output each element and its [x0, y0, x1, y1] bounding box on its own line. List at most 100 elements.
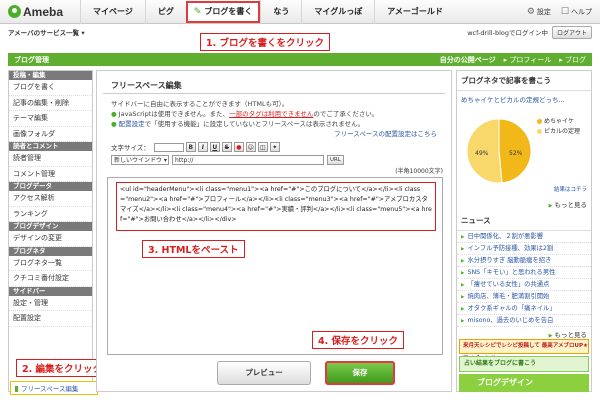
- desc-line1: サイドバーに自由に表示することができます（HTMLも可）。: [111, 100, 289, 108]
- annotation-step2: 2. 編集をクリック: [16, 359, 109, 377]
- left-sidebar: 投稿・編集 ブログを書く 記事の編集・削除 テーマ編集 画像フォルダ 読者とコメ…: [8, 70, 93, 392]
- top-navigation-bar: Ameba マイページ ピグ ✎ ブログを書く なう マイグルっぽ アメーゴール…: [0, 0, 600, 24]
- nav-amegold[interactable]: アメーゴールド: [374, 0, 455, 24]
- desc-line3: ● 配置設定で「使用する機能」に設定していないとフリースペースは表示されません。: [111, 120, 365, 128]
- insert-url-button[interactable]: URL: [327, 155, 344, 165]
- pie-label-a: 49%: [475, 150, 489, 157]
- font-size-select[interactable]: [153, 142, 184, 152]
- poll-pie: 49% 52% めちゃイケ ピカルの定理 結果はコチラ: [457, 107, 591, 197]
- section-readers-comments: 読者とコメント: [9, 142, 92, 151]
- services-dropdown[interactable]: アメーバのサービス一覧 ▾: [8, 27, 85, 37]
- preview-button[interactable]: プレビュー: [217, 361, 311, 385]
- save-button[interactable]: 保存: [325, 361, 395, 385]
- sidebar-item-readers[interactable]: 読者管理: [9, 151, 92, 167]
- sidebar-item-freespace-edit[interactable]: フリースペース編集: [10, 381, 98, 395]
- fortune-banner[interactable]: 占い結果をブログに書こう: [459, 356, 589, 372]
- blog-link[interactable]: ▸ ブログ: [559, 55, 586, 65]
- legend-dot-icon: [537, 119, 542, 124]
- gear-icon: ⚙: [526, 6, 535, 17]
- main-nav: マイページ ピグ ✎ ブログを書く なう マイグルっぽ アメーゴールド: [80, 0, 455, 24]
- profile-link[interactable]: ▸ プロフィール: [504, 55, 552, 65]
- url-input[interactable]: http://: [172, 155, 324, 165]
- color-button[interactable]: ●: [233, 142, 244, 152]
- sidebar-item-layout[interactable]: 配置設定: [9, 311, 92, 327]
- page-title: フリースペース編集: [103, 71, 445, 94]
- nav-write-blog[interactable]: ✎ ブログを書く: [185, 0, 261, 23]
- image-button[interactable]: ◫: [257, 142, 268, 152]
- pie-label-b: 52%: [509, 150, 523, 157]
- result-link[interactable]: 結果はコチラ: [550, 185, 591, 193]
- action-buttons: プレビュー 保存: [217, 361, 395, 385]
- ameba-logo[interactable]: Ameba: [0, 5, 80, 19]
- sidebar-item-settings[interactable]: 設定・管理: [9, 296, 92, 311]
- nav-write-blog-label: ブログを書く: [204, 6, 253, 16]
- nav-now[interactable]: なう: [260, 0, 301, 24]
- sidebar-item-write-blog[interactable]: ブログを書く: [9, 80, 92, 96]
- bullet-icon: ●: [111, 120, 117, 128]
- bold-button[interactable]: B: [185, 142, 196, 152]
- section-post-edit: 投稿・編集: [9, 71, 92, 80]
- sidebar-item-theme-edit[interactable]: テーマ編集: [9, 111, 92, 127]
- restricted-tags-link[interactable]: 一部のタグは利用できません: [229, 110, 313, 118]
- nav-pigg[interactable]: ピグ: [144, 0, 186, 24]
- annotation-step3: 3. HTMLをペースト: [142, 240, 245, 258]
- blog-design-banner[interactable]: ブログデザイン: [459, 374, 589, 392]
- layout-settings-link[interactable]: 配置設定: [119, 120, 145, 128]
- pasted-html-content: <ul id="headerMenu"><li class="menu1"><a…: [116, 182, 436, 231]
- news-item[interactable]: オタク系ギャルの「痛ネイル」: [457, 303, 591, 315]
- pie-legend: めちゃイケ ピカルの定理: [537, 117, 580, 137]
- blog-management-header: ブログ管理 自分の公開ページ ▸ プロフィール ▸ ブログ: [8, 53, 592, 66]
- sidebar-item-kuchikomi[interactable]: クチコミ番付設定: [9, 271, 92, 287]
- news-item[interactable]: インフル予防接種、効果は2割: [457, 243, 591, 255]
- pencil-icon: ✎: [193, 6, 202, 17]
- sidebar-item-comments[interactable]: コメント管理: [9, 167, 92, 182]
- window-select[interactable]: 新しいウインドウ ▾: [111, 155, 169, 165]
- section-sidebar: サイドバー: [9, 286, 92, 296]
- sidebar-item-access-analysis[interactable]: アクセス解析: [9, 191, 92, 207]
- news-item[interactable]: 水分摂りすぎ 脳動脈瘤を招き: [457, 255, 591, 267]
- logout-button[interactable]: ログアウト: [551, 25, 592, 39]
- description: サイドバーに自由に表示することができます（HTMLも可）。 ● JavaScrip…: [97, 94, 451, 139]
- char-limit: (半角10000文字): [395, 168, 443, 175]
- link-row: 新しいウインドウ ▾ http:// URL: [97, 152, 451, 165]
- section-blog-neta: ブログネタ: [9, 246, 92, 256]
- recipe-banner[interactable]: 来月天レシピでレシピ投稿して 最高アメブロUP★アメゴールドGET!: [459, 339, 589, 362]
- news-title: ニュース: [457, 211, 591, 231]
- news-item[interactable]: 「痩せている女性」の共通点: [457, 279, 591, 291]
- news-item[interactable]: 日中関係化、２割が悪影響: [457, 231, 591, 243]
- sidebar-item-edit-articles[interactable]: 記事の編集・削除: [9, 96, 92, 111]
- right-sidebar: ブログネタで記事を書こう めちゃイケとピカルの定規どっち... 49% 52% …: [456, 70, 592, 392]
- help-link[interactable]: ☐ ヘルプ: [561, 7, 592, 17]
- nav-mygroup[interactable]: マイグルっぽ: [301, 0, 374, 24]
- header-title: ブログ管理: [14, 55, 49, 64]
- news-item[interactable]: SNS「キモい」と思われる男性: [457, 267, 591, 279]
- top-right-links: ⚙ 設定 ☐ ヘルプ: [527, 7, 600, 17]
- annotation-step4: 4. 保存をクリック: [312, 331, 405, 349]
- my-public-page-link[interactable]: 自分の公開ページ: [440, 55, 496, 65]
- editor-toolbar: 文字サイズ： B I U S ● ☺ ◫ ✦: [97, 139, 451, 152]
- sidebar-item-ranking[interactable]: ランキング: [9, 207, 92, 222]
- ameba-logo-icon: [8, 5, 21, 18]
- sidebar-item-image-folder[interactable]: 画像フォルダ: [9, 127, 92, 142]
- settings-link[interactable]: ⚙ 設定: [527, 7, 551, 17]
- neta-topic-link[interactable]: めちゃイケとピカルの定規どっち...: [457, 91, 591, 107]
- sidebar-item-design-change[interactable]: デザインの変更: [9, 231, 92, 247]
- freespace-layout-link[interactable]: フリースペースの配置設定はこちら: [111, 129, 443, 139]
- sidebar-item-neta-list[interactable]: ブログネタ一覧: [9, 256, 92, 271]
- legend-dot-icon: [537, 129, 542, 134]
- news-item[interactable]: 焼肉店、薄毛・肥満割引開始: [457, 291, 591, 303]
- nav-mypage[interactable]: マイページ: [80, 0, 145, 24]
- desc-line2: ● JavaScriptは使用できません。また、一部のタグは利用できませんのでご了…: [111, 110, 379, 118]
- italic-button[interactable]: I: [197, 142, 208, 152]
- bullet-icon: ●: [111, 110, 117, 118]
- news-item[interactable]: misono、過去のいじめを告白: [457, 315, 591, 327]
- annotation-step1: 1. ブログを書くをクリック: [200, 33, 331, 51]
- underline-button[interactable]: U: [209, 142, 220, 152]
- poll-pie-chart: 49% 52%: [466, 118, 532, 184]
- emoji-button[interactable]: ☺: [245, 142, 256, 152]
- freespace-textarea[interactable]: <ul id="headerMenu"><li class="menu1"><a…: [107, 177, 443, 355]
- deco-button[interactable]: ✦: [269, 142, 280, 152]
- strike-button[interactable]: S: [221, 142, 232, 152]
- neta-more-link[interactable]: もっと見る: [457, 197, 591, 211]
- section-blog-design: ブログデザイン: [9, 222, 92, 231]
